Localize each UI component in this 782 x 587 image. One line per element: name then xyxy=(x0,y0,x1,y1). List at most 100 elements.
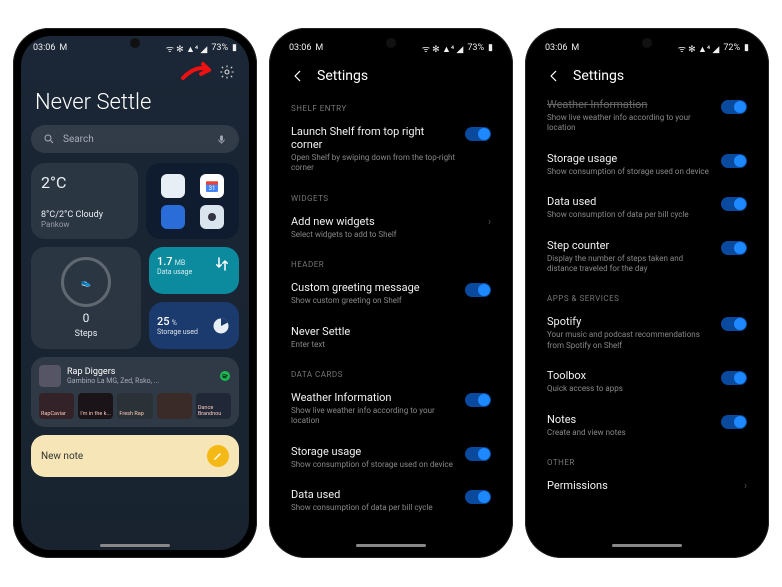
settings-title: Settings xyxy=(573,68,624,84)
item-data-used[interactable]: Data usedShow consumption of data per bi… xyxy=(277,480,505,523)
playlist-thumb[interactable]: Dance Brandnou xyxy=(196,393,231,419)
storage-label: Storage used xyxy=(157,328,198,336)
section-apps-services: APPS & SERVICES xyxy=(533,284,761,307)
search-input[interactable]: Search xyxy=(31,125,239,153)
item-notes[interactable]: NotesCreate and view notes xyxy=(533,405,761,448)
camera-app-icon[interactable] xyxy=(200,205,224,229)
calendar-app-icon[interactable]: 31 xyxy=(200,174,224,198)
home-indicator[interactable] xyxy=(100,544,170,547)
status-battery: 73% xyxy=(467,43,484,53)
data-label: Data usage xyxy=(157,268,192,276)
phone-shelf: 03:06 M ᯤ ✻ ▲⁴ ◢ 73% ▮ Never Settle Sear… xyxy=(13,28,257,558)
gmail-icon: M xyxy=(571,43,579,53)
chevron-right-icon: › xyxy=(488,217,491,228)
album-cover xyxy=(39,365,61,387)
camera-cutout xyxy=(130,38,140,48)
status-icons: ᯤ ✻ ▲⁴ ◢ xyxy=(422,42,464,55)
status-battery: 72% xyxy=(723,43,740,53)
item-greeting[interactable]: Custom greeting messageShow custom greet… xyxy=(277,273,505,316)
playlist-thumb[interactable]: Fresh Rap xyxy=(117,393,152,419)
gmail-icon: M xyxy=(59,43,67,53)
section-other: OTHER xyxy=(533,448,761,471)
back-icon[interactable] xyxy=(547,69,561,83)
toggle-notes[interactable] xyxy=(721,415,747,429)
app-grid-widget[interactable]: 31 xyxy=(146,163,239,239)
phone-settings-1: 03:06M ᯤ ✻ ▲⁴ ◢73%▮ Settings SHELF ENTRY… xyxy=(269,28,513,558)
search-placeholder: Search xyxy=(63,134,94,145)
weather-widget[interactable]: 2°C 8°C/2°C Cloudy Pankow xyxy=(31,163,138,239)
item-add-widgets[interactable]: Add new widgetsSelect widgets to add to … xyxy=(277,207,505,250)
toggle-greeting[interactable] xyxy=(465,283,491,297)
playlist-title: Rap Diggers xyxy=(67,367,213,377)
section-widgets: WIDGETS xyxy=(277,184,505,207)
item-step-counter[interactable]: Step counterDisplay the number of steps … xyxy=(533,231,761,285)
toggle-toolbox[interactable] xyxy=(721,371,747,385)
item-storage[interactable]: Storage usageShow consumption of storage… xyxy=(533,144,761,187)
status-icons: ᯤ ✻ ▲⁴ ◢ xyxy=(678,42,720,55)
toggle-launch-shelf[interactable] xyxy=(465,127,491,141)
camera-cutout xyxy=(386,38,396,48)
item-launch-shelf[interactable]: Launch Shelf from top right cornerOpen S… xyxy=(277,117,505,184)
data-value: 1.7 xyxy=(157,255,173,268)
playlist-thumb[interactable]: I'm in the k... xyxy=(78,393,113,419)
toggle-spotify[interactable] xyxy=(721,317,747,331)
item-storage[interactable]: Storage usageShow consumption of storage… xyxy=(277,437,505,480)
storage-tile[interactable]: 25 % Storage used xyxy=(149,302,239,349)
folder-app-icon[interactable] xyxy=(161,205,185,229)
item-data-used[interactable]: Data usedShow consumption of data per bi… xyxy=(533,187,761,230)
item-spotify[interactable]: SpotifyYour music and podcast recommenda… xyxy=(533,307,761,361)
toggle-steps[interactable] xyxy=(721,241,747,255)
toggle-weather[interactable] xyxy=(721,100,747,114)
toggle-data-used[interactable] xyxy=(465,490,491,504)
status-time: 03:06 xyxy=(289,43,311,53)
steps-count: 0 xyxy=(83,311,90,325)
status-icons: ᯤ ✻ ▲⁴ ◢ xyxy=(166,42,208,55)
weather-location: Pankow xyxy=(41,220,128,229)
item-toolbox[interactable]: ToolboxQuick access to apps xyxy=(533,361,761,404)
pencil-icon[interactable] xyxy=(207,445,229,467)
steps-widget[interactable]: 👟 0 Steps xyxy=(31,247,141,349)
weather-temp: 2°C xyxy=(41,173,128,192)
toggle-weather[interactable] xyxy=(465,393,491,407)
phone-settings-2: 03:06 M ᯤ ✻ ▲⁴ ◢72% ▮ Settings Weather Inf… xyxy=(525,28,769,558)
back-icon[interactable] xyxy=(291,69,305,83)
pie-chart-icon xyxy=(211,316,231,336)
svg-text:31: 31 xyxy=(209,185,216,192)
toggle-data-used[interactable] xyxy=(721,197,747,211)
gear-icon[interactable] xyxy=(219,64,235,80)
storage-value: 25 xyxy=(157,315,170,328)
toggle-storage[interactable] xyxy=(465,447,491,461)
steps-ring: 👟 xyxy=(61,257,111,307)
chevron-right-icon: › xyxy=(744,481,747,492)
note-label: New note xyxy=(41,451,83,462)
gmail-icon: M xyxy=(315,43,323,53)
item-permissions[interactable]: Permissions › xyxy=(533,471,761,502)
search-icon xyxy=(43,133,55,145)
playlist-thumb[interactable]: RapCaviar xyxy=(39,393,74,419)
toggle-storage[interactable] xyxy=(721,154,747,168)
item-weather[interactable]: Weather InformationShow live weather inf… xyxy=(277,383,505,437)
home-indicator[interactable] xyxy=(612,544,682,547)
battery-icon: ▮ xyxy=(488,43,493,53)
playlist-artists: Gambino La MG, Zed, Rsko, ... xyxy=(67,377,213,385)
data-usage-tile[interactable]: 1.7 MB Data usage xyxy=(149,247,239,294)
data-transfer-icon xyxy=(213,255,231,273)
playlist-thumb[interactable] xyxy=(157,393,192,419)
battery-icon: ▮ xyxy=(744,43,749,53)
status-battery: 73% xyxy=(211,43,228,53)
item-weather-tail[interactable]: Weather InformationShow live weather inf… xyxy=(533,94,761,144)
mic-icon[interactable] xyxy=(216,134,227,145)
status-time: 03:06 xyxy=(545,43,567,53)
home-indicator[interactable] xyxy=(356,544,426,547)
spotify-widget[interactable]: Rap Diggers Gambino La MG, Zed, Rsko, ..… xyxy=(31,357,239,427)
section-header: HEADER xyxy=(277,250,505,273)
weather-condition: 8°C/2°C Cloudy xyxy=(41,210,128,220)
battery-icon: ▮ xyxy=(232,43,237,53)
app-icon[interactable] xyxy=(161,174,185,198)
shelf-header: Never Settle xyxy=(21,82,249,125)
spotify-icon xyxy=(219,370,231,382)
status-time: 03:06 xyxy=(33,43,55,53)
new-note-widget[interactable]: New note xyxy=(31,435,239,477)
item-never-settle[interactable]: Never SettleEnter text xyxy=(277,317,505,360)
camera-cutout xyxy=(642,38,652,48)
